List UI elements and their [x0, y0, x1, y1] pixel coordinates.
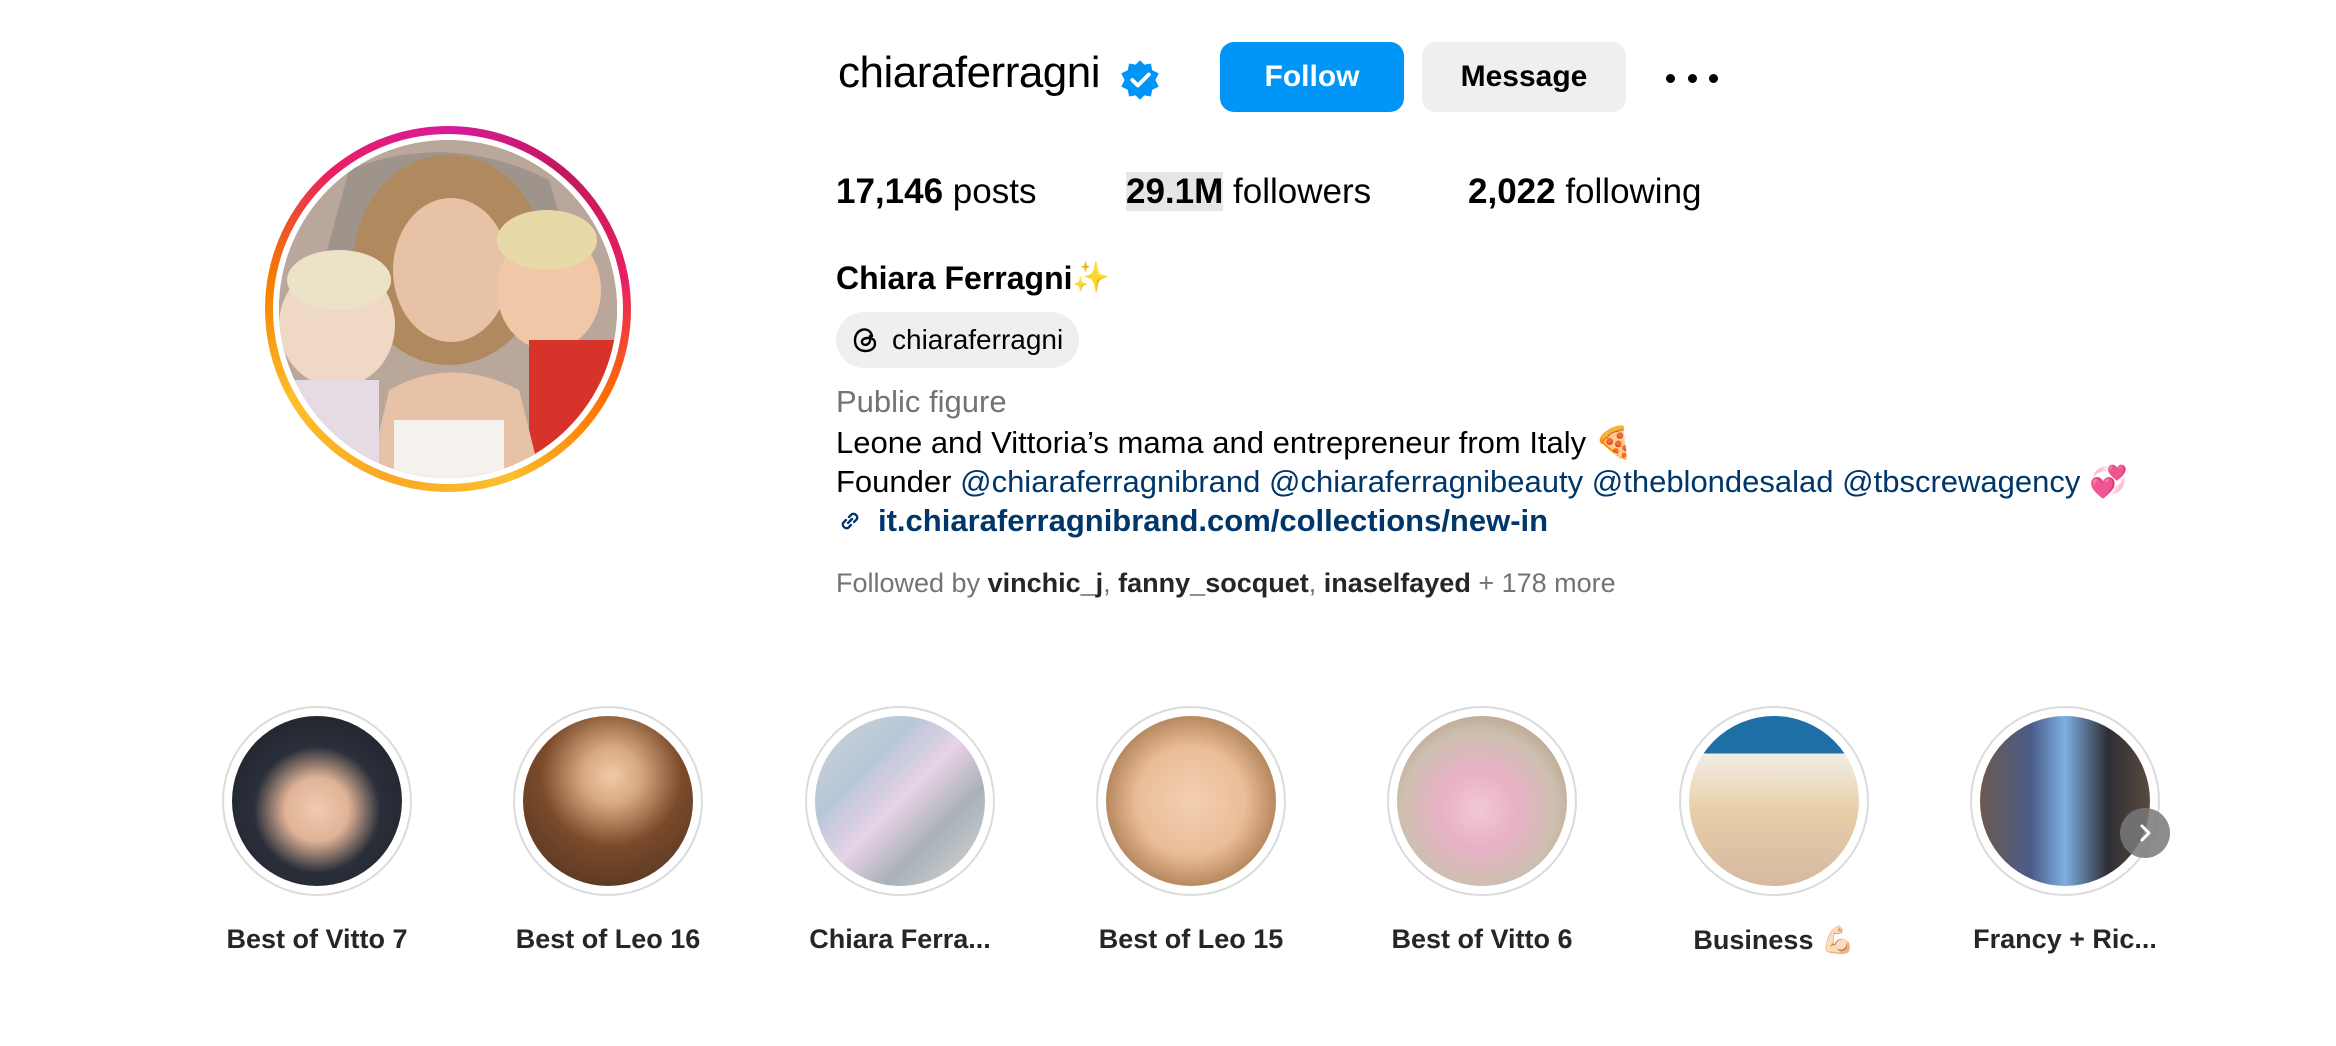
highlight-label: Best of Vitto 6 — [1391, 924, 1573, 954]
mention-tbscrewagency[interactable]: @tbscrewagency — [1842, 464, 2080, 499]
profile-external-link[interactable]: it.chiaraferragnibrand.com/collections/n… — [836, 503, 1548, 539]
bio-founder-text: Founder — [836, 464, 952, 499]
follower-inaselfayed[interactable]: inaselfayed — [1324, 568, 1471, 598]
highlight-label: Best of Vitto 7 — [226, 924, 408, 954]
bio-line-2: Founder @chiaraferragnibrand @chiaraferr… — [836, 463, 2128, 500]
followed-by-prefix: Followed by — [836, 568, 981, 598]
profile-username: chiaraferragni — [838, 48, 1101, 97]
following-label: following — [1565, 172, 1702, 211]
highlight-image — [1106, 716, 1276, 886]
following-link[interactable]: 2,022 following — [1468, 172, 1702, 212]
sparkle-emoji: ✨ — [1072, 261, 1110, 294]
highlight-label: Francy + Ric... — [1973, 924, 2157, 954]
highlight-cover — [513, 706, 703, 896]
more-dot — [1687, 73, 1697, 83]
highlight-image — [1397, 716, 1567, 886]
highlight-image — [815, 716, 985, 886]
more-options-icon[interactable] — [1666, 60, 1718, 96]
threads-link[interactable]: chiaraferragni — [836, 312, 1080, 368]
highlight-cover — [1970, 706, 2160, 896]
threads-handle: chiaraferragni — [892, 324, 1064, 355]
hearts-emoji: 💞 — [2089, 464, 2128, 499]
bio-line-1-text: Leone and Vittoria’s mama and entreprene… — [836, 425, 1587, 460]
message-button[interactable]: Message — [1422, 42, 1626, 112]
link-icon — [841, 512, 859, 530]
posts-count: 17,146 posts — [836, 172, 1036, 212]
highlights-next-button[interactable] — [2120, 808, 2170, 858]
highlight-item[interactable]: Chiara Ferra... — [790, 706, 1010, 955]
highlight-cover — [805, 706, 995, 896]
mention-chiaraferragnibeauty[interactable]: @chiaraferragnibeauty — [1269, 464, 1583, 499]
profile-avatar[interactable] — [265, 126, 631, 492]
link-text: it.chiaraferragnibrand.com/collections/n… — [878, 503, 1549, 538]
highlight-label: Best of Leo 15 — [1098, 924, 1284, 954]
highlight-image — [1689, 716, 1859, 886]
highlight-image — [232, 716, 402, 886]
more-dot — [1666, 73, 1675, 83]
avatar-photo — [279, 140, 617, 478]
threads-icon — [853, 328, 877, 353]
profile-category: Public figure — [836, 384, 1007, 419]
posts-label: posts — [952, 172, 1037, 211]
mention-theblondesalad[interactable]: @theblondesalad — [1592, 464, 1834, 499]
highlight-item[interactable]: Best of Vitto 7 — [207, 706, 427, 955]
highlight-cover — [1096, 706, 1286, 896]
highlight-item[interactable]: Business 💪🏻 — [1664, 706, 1884, 956]
highlight-label: Chiara Ferra... — [809, 924, 991, 954]
followers-label: followers — [1233, 172, 1372, 211]
follower-vinchic-j[interactable]: vinchic_j — [988, 568, 1104, 598]
followed-by[interactable]: Followed by vinchic_j, fanny_socquet, in… — [836, 568, 1616, 599]
highlight-item[interactable]: Best of Leo 15 — [1081, 706, 1301, 955]
profile-full-name: Chiara Ferragni — [836, 260, 1073, 296]
follower-fanny-socquet[interactable]: fanny_socquet — [1118, 568, 1309, 598]
following-number: 2,022 — [1468, 172, 1556, 211]
mention-chiaraferragnibrand[interactable]: @chiaraferragnibrand — [960, 464, 1260, 499]
highlight-cover — [1387, 706, 1577, 896]
followers-link[interactable]: 29.1M followers — [1126, 172, 1371, 212]
highlight-cover — [222, 706, 412, 896]
highlight-image — [523, 716, 693, 886]
follow-button[interactable]: Follow — [1220, 42, 1404, 112]
followed-by-more: + 178 more — [1478, 568, 1616, 598]
chevron-right-icon — [2140, 824, 2151, 842]
more-dot — [1709, 73, 1718, 83]
highlight-cover — [1679, 706, 1869, 896]
bio-line-1: Leone and Vittoria’s mama and entreprene… — [836, 424, 1633, 461]
pizza-emoji: 🍕 — [1594, 425, 1634, 460]
highlight-label: Best of Leo 16 — [515, 924, 701, 954]
highlight-item[interactable]: Best of Leo 16 — [498, 706, 718, 955]
highlight-image — [1980, 716, 2150, 886]
followers-number: 29.1M — [1126, 172, 1224, 211]
verified-badge-icon — [1121, 60, 1159, 100]
posts-number: 17,146 — [836, 172, 944, 211]
highlight-item[interactable]: Best of Vitto 6 — [1372, 706, 1592, 955]
highlight-label: Business 💪🏻 — [1693, 925, 1855, 955]
